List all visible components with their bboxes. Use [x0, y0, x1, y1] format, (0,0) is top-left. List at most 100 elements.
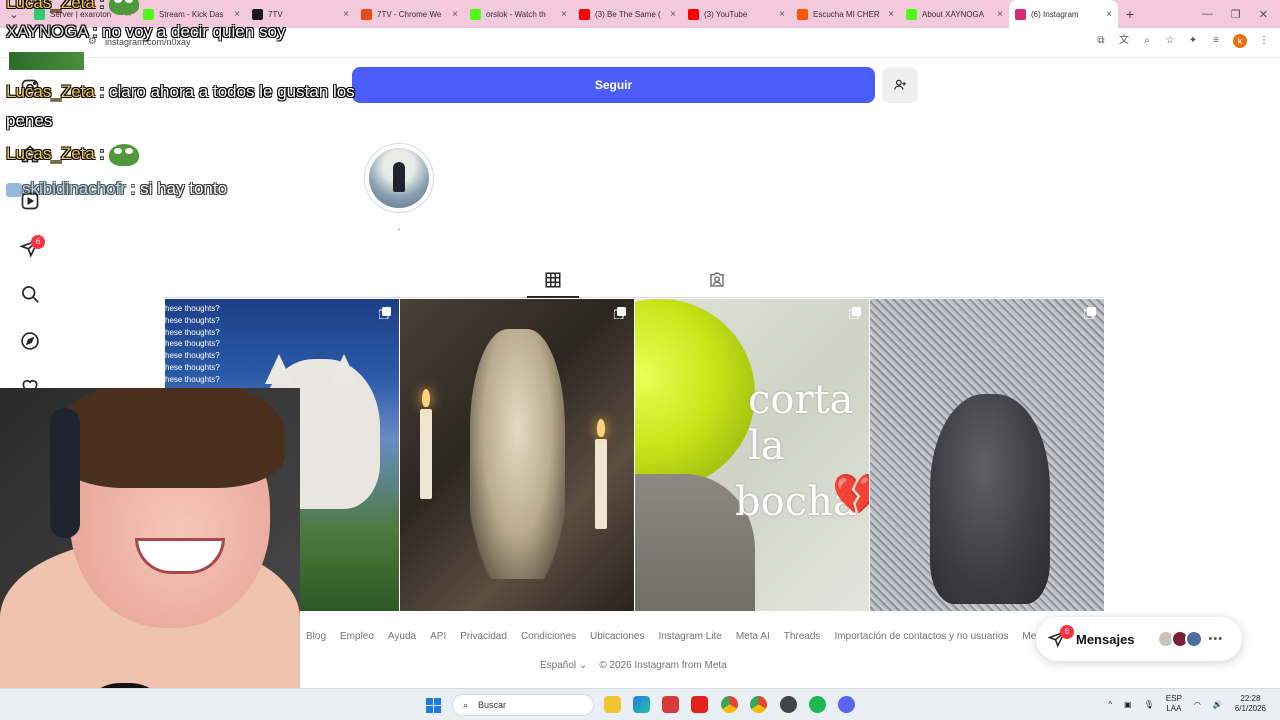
footer-link[interactable]: Importación de contactos y no usuarios — [834, 631, 1008, 642]
tab-label: About XAYNOGA — [922, 9, 985, 19]
search-icon[interactable] — [19, 283, 41, 305]
tab-label: orslok - Watch th — [486, 9, 546, 19]
post-tile-4[interactable] — [870, 299, 1104, 611]
spotify-icon[interactable] — [809, 696, 826, 713]
taskbar-search[interactable]: ⌕ Buscar — [452, 694, 594, 716]
post-tile-3[interactable]: corta la bocha 💔 — [635, 299, 869, 611]
lang-bottom: LAA — [1166, 704, 1182, 713]
browser-tab[interactable]: orslok - Watch th × — [464, 0, 573, 28]
footer-link[interactable]: Empleo — [340, 631, 374, 642]
restore-button[interactable]: ❐ — [1231, 8, 1241, 21]
add-person-icon — [894, 79, 906, 90]
close-window-button[interactable]: ✕ — [1259, 8, 1268, 21]
screen: ⌄ Server | exaroton×Stream - Kick Das×7T… — [0, 0, 1280, 720]
candle-left — [420, 409, 432, 499]
taskbar: ⌕ Buscar ^ ▣ 🎙 ESP LAA ◠ 🔊 22:28 6/1/202… — [0, 688, 1280, 720]
footer-link[interactable]: Privacidad — [460, 631, 507, 642]
zoom-icon[interactable]: ⌕ — [1141, 35, 1153, 47]
app-icon[interactable] — [691, 696, 708, 713]
browser-tab[interactable]: (6) Instagram × — [1009, 0, 1118, 28]
windows-start-icon[interactable] — [426, 698, 441, 713]
active-tab-indicator — [527, 296, 579, 298]
file-explorer-icon[interactable] — [604, 696, 621, 713]
footer-link[interactable]: Threads — [784, 631, 821, 642]
language-indicator[interactable]: ESP LAA — [1166, 694, 1182, 714]
chat-user: Lucas_Zeta — [6, 82, 95, 101]
badge-icon — [6, 182, 22, 197]
caption-line: hese thoughts? — [165, 362, 220, 372]
footer-links: Blog Empleo Ayuda API Privacidad Condiciones U… — [306, 631, 1054, 642]
tab-close-icon[interactable]: × — [452, 9, 458, 20]
office-icon[interactable] — [662, 696, 679, 713]
tab-close-icon[interactable]: × — [997, 9, 1003, 20]
headset — [50, 408, 80, 538]
tab-label: (6) Instagram — [1031, 9, 1079, 19]
tab-close-icon[interactable]: × — [670, 9, 676, 20]
follow-button[interactable]: Seguir — [352, 67, 875, 103]
footer-link[interactable]: Ubicaciones — [590, 631, 644, 642]
discord-icon[interactable] — [838, 696, 855, 713]
tab-label: (3) Be The Same ( — [595, 9, 661, 19]
footer-link[interactable]: Condiciones — [521, 631, 576, 642]
volume-icon[interactable]: 🔊 — [1213, 700, 1223, 709]
messages-label: Mensajes — [1076, 631, 1135, 647]
messages-drawer-button[interactable]: 6 Mensajes ••• — [1036, 617, 1242, 661]
footer-link[interactable]: Blog — [306, 631, 326, 642]
tab-close-icon[interactable]: × — [234, 9, 240, 20]
browser-tab[interactable]: About XAYNOGA × — [900, 0, 1009, 28]
translate-icon[interactable]: 文 — [1118, 35, 1130, 47]
app-icon-2[interactable] — [780, 696, 797, 713]
minimize-button[interactable]: — — [1202, 8, 1213, 21]
bookmark-star-icon[interactable]: ☆ — [1164, 35, 1176, 47]
footer-link[interactable]: Ayuda — [388, 631, 416, 642]
browser-tab[interactable]: Escucha MI CHER × — [791, 0, 900, 28]
tab-favicon-icon — [252, 8, 263, 20]
post-tile-2[interactable] — [400, 299, 634, 611]
cat-ear-right — [330, 354, 358, 384]
lang-top: ESP — [1165, 694, 1182, 703]
tab-close-icon[interactable]: × — [1106, 9, 1112, 20]
tab-favicon-icon — [470, 8, 481, 20]
chrome-icon[interactable] — [721, 696, 738, 713]
browser-tab[interactable]: 7TV - Chrome We × — [355, 0, 464, 28]
crouching-figure — [930, 394, 1050, 604]
tray-chevron-icon[interactable]: ^ — [1108, 700, 1112, 709]
candle-right — [595, 439, 607, 529]
tab-close-icon[interactable]: × — [779, 9, 785, 20]
more-icon: ••• — [1208, 633, 1224, 645]
mic-icon[interactable]: 🎙 — [1144, 700, 1154, 709]
cat-ear-left — [265, 354, 293, 384]
chat-text: no voy a decir quien soy — [102, 22, 286, 41]
media-controls-icon[interactable]: ≡ — [1210, 35, 1222, 47]
tab-favicon-icon — [688, 8, 699, 20]
flame-right — [597, 419, 605, 437]
footer-bottom: Español ⌄ © 2026 Instagram from Meta — [540, 660, 727, 671]
footer-link[interactable]: Meta AI — [736, 631, 770, 642]
store-icon[interactable] — [633, 696, 650, 713]
tab-close-icon[interactable]: × — [888, 9, 894, 20]
browser-tab[interactable]: (3) YouTube × — [682, 0, 791, 28]
carousel-icon — [614, 307, 626, 319]
tab-tagged-icon[interactable] — [707, 270, 727, 290]
chat-user: skibidinachofr — [22, 179, 126, 198]
tab-close-icon[interactable]: × — [343, 9, 349, 20]
footer-link[interactable]: Instagram Lite — [658, 631, 721, 642]
extensions-icon[interactable]: ✦ — [1187, 35, 1199, 47]
tab-close-icon[interactable]: × — [561, 9, 567, 20]
footer-link[interactable]: API — [430, 631, 446, 642]
clock[interactable]: 22:28 6/1/2026 — [1235, 694, 1266, 714]
browser-tab[interactable]: (3) Be The Same ( × — [573, 0, 682, 28]
install-app-icon[interactable]: ⧉ — [1095, 35, 1107, 47]
suggested-accounts-button[interactable] — [882, 67, 918, 103]
language-selector[interactable]: Español ⌄ — [540, 660, 587, 671]
tab-favicon-icon — [906, 8, 917, 20]
kebab-menu-icon[interactable]: ⋮ — [1258, 35, 1270, 47]
profile-avatar-k[interactable]: k — [1233, 34, 1247, 48]
chrome-icon-2[interactable] — [750, 696, 767, 713]
address-bar-actions: ⧉ 文 ⌕ ☆ ✦ ≡ k ⋮ — [1095, 34, 1270, 48]
new-tab-button[interactable]: + — [1118, 6, 1142, 22]
explore-icon[interactable] — [19, 330, 41, 352]
tray-app-icon[interactable]: ▣ — [1124, 700, 1132, 709]
wifi-icon[interactable]: ◠ — [1194, 700, 1201, 709]
tab-posts-grid-icon[interactable] — [543, 270, 563, 290]
